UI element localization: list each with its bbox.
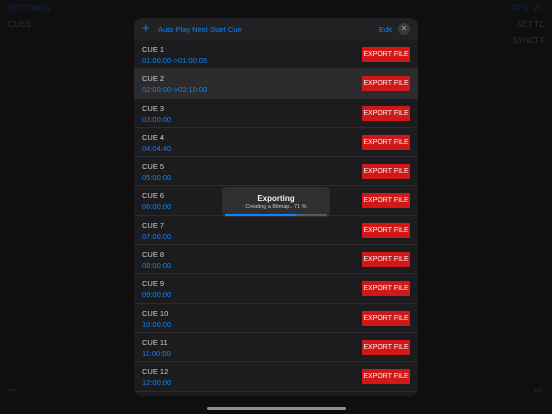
export-file-button[interactable]: EXPORT FILE: [362, 76, 410, 92]
export-file-button[interactable]: EXPORT FILE: [362, 339, 410, 355]
export-file-button[interactable]: EXPORT FILE: [362, 47, 410, 62]
close-icon[interactable]: ✕: [398, 23, 410, 35]
cue-row-1[interactable]: CUE 1 01:00:00->01:00:05 EXPORT FILE: [134, 40, 418, 70]
cue-row-12[interactable]: CUE 12 12:00:00 EXPORT FILE: [134, 362, 418, 392]
cue-name: CUE 2: [142, 74, 165, 84]
cue-name: CUE 7: [142, 220, 165, 230]
cue-time: 04:04:40: [142, 143, 172, 153]
cue-name: CUE 5: [142, 162, 165, 172]
cue-time: 03:00:00: [142, 114, 172, 124]
sheet-header: + Auto Play Next Start Cue Edit ✕: [134, 18, 418, 40]
cue-time: 07:00:00: [142, 231, 172, 241]
export-progress-fill: [225, 214, 298, 216]
add-icon[interactable]: +: [142, 21, 150, 35]
export-file-button[interactable]: EXPORT FILE: [362, 252, 410, 268]
cue-row-2[interactable]: CUE 2 02:00:00->02:10:00 EXPORT FILE: [134, 69, 418, 99]
cue-name: CUE 8: [142, 250, 165, 260]
home-indicator: [207, 407, 346, 410]
cue-time: 05:00:00: [142, 173, 172, 183]
cue-time: 09:00:00: [142, 290, 172, 300]
cue-name: CUE 9: [142, 279, 165, 289]
cue-name: CUE 4: [142, 132, 165, 142]
cue-time: 06:00:00: [142, 202, 172, 212]
cue-row-7[interactable]: CUE 7 07:00:00 EXPORT FILE: [134, 216, 418, 246]
export-file-button[interactable]: EXPORT FILE: [362, 105, 410, 121]
export-file-button[interactable]: EXPORT FILE: [362, 222, 410, 238]
cue-row-11[interactable]: CUE 11 11:00:00 EXPORT FILE: [134, 333, 418, 363]
cue-name: CUE 1: [142, 45, 165, 54]
cue-name: CUE 12: [142, 367, 169, 377]
export-progress-bar: [225, 214, 327, 216]
export-file-button[interactable]: EXPORT FILE: [362, 164, 410, 180]
auto-play-next-button[interactable]: Auto Play Next: [158, 25, 208, 34]
cue-name: CUE 6: [142, 191, 165, 201]
cue-time: 01:00:00->01:00:05: [142, 56, 208, 65]
cue-row-10[interactable]: CUE 10 10:00:00 EXPORT FILE: [134, 304, 418, 333]
cue-time: 02:00:00->02:10:00: [142, 85, 208, 95]
export-file-button[interactable]: EXPORT FILE: [362, 310, 410, 326]
start-cue-button[interactable]: Start Cue: [210, 25, 242, 34]
cue-time: 10:00:00: [142, 319, 172, 329]
export-file-button[interactable]: EXPORT FILE: [362, 281, 410, 297]
hud-title: Exporting: [257, 194, 295, 203]
hud-subtitle: Creating a Bitmap.. 71 %: [245, 204, 307, 210]
export-file-button[interactable]: EXPORT FILE: [362, 369, 410, 385]
cue-name: CUE 11: [142, 337, 168, 347]
cue-row-4[interactable]: CUE 4 04:04:40 EXPORT FILE: [134, 128, 418, 158]
cue-name: CUE 10: [142, 308, 169, 318]
export-file-button[interactable]: EXPORT FILE: [362, 193, 410, 209]
cue-time: 11:00:00: [142, 348, 171, 358]
exporting-hud: Exporting Creating a Bitmap.. 71 %: [222, 187, 330, 217]
cue-row-3[interactable]: CUE 3 03:00:00 EXPORT FILE: [134, 99, 418, 128]
export-file-button[interactable]: EXPORT FILE: [362, 134, 410, 150]
cue-name: CUE 3: [142, 103, 165, 113]
cue-row-8[interactable]: CUE 8 08:00:00 EXPORT FILE: [134, 245, 418, 275]
cue-row-5[interactable]: CUE 5 05:00:00 EXPORT FILE: [134, 157, 418, 187]
cue-time: 08:00:00: [142, 261, 172, 271]
edit-button[interactable]: Edit: [379, 25, 392, 34]
cue-time: 12:00:00: [142, 378, 172, 388]
cue-row-9[interactable]: CUE 9 09:00:00 EXPORT FILE: [134, 274, 418, 304]
